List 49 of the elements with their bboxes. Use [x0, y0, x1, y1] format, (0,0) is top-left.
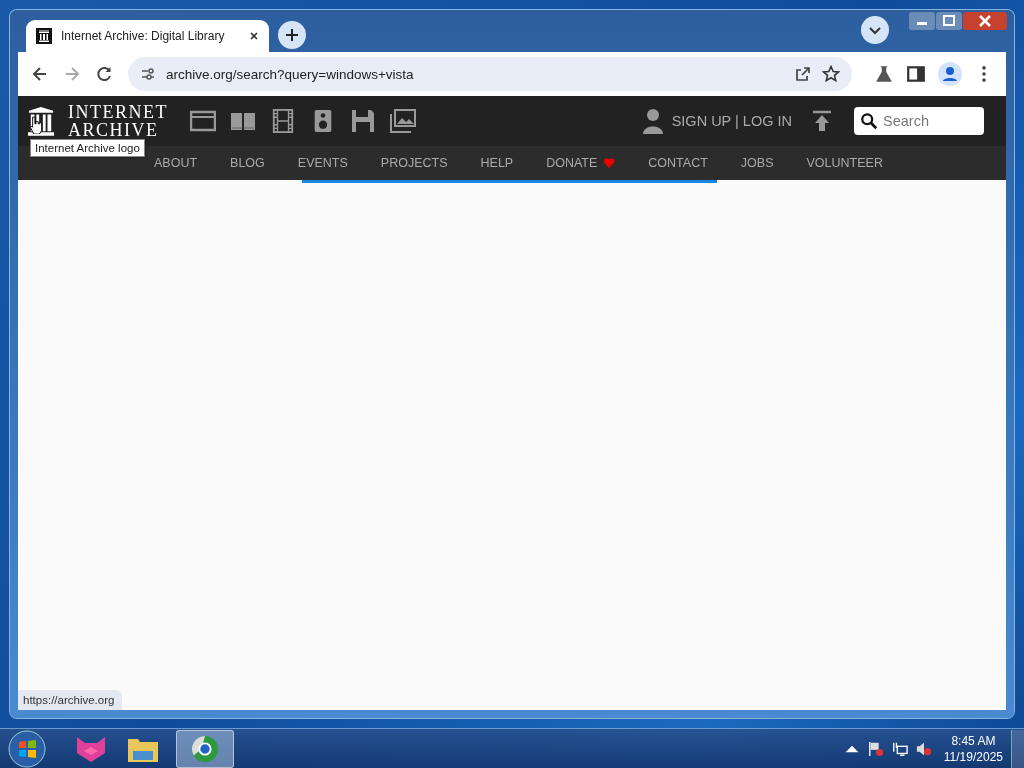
start-button[interactable]	[8, 729, 46, 768]
star-icon[interactable]	[822, 65, 840, 83]
flag-icon[interactable]	[867, 740, 884, 757]
site-settings-icon[interactable]	[140, 66, 156, 82]
address-bar[interactable]: archive.org/search?query=windows+vista	[128, 57, 852, 91]
nav-link[interactable]: PROJECTS	[380, 156, 448, 170]
close-icon[interactable]	[249, 31, 259, 41]
search-field[interactable]: Search	[854, 107, 984, 135]
upload-icon[interactable]	[812, 110, 832, 132]
flask-icon[interactable]	[874, 64, 894, 84]
browser-tab[interactable]: Internet Archive: Digital Library	[26, 20, 269, 52]
temple-icon	[36, 28, 52, 44]
share-icon[interactable]	[794, 65, 812, 83]
minimize-button[interactable]	[909, 12, 935, 30]
profile-icon[interactable]	[938, 62, 962, 86]
close-button[interactable]	[963, 12, 1007, 30]
new-tab-button[interactable]	[278, 21, 306, 49]
nav-link[interactable]: CONTACT	[648, 156, 708, 170]
side-panel-icon[interactable]	[906, 64, 926, 84]
film-icon[interactable]	[270, 109, 296, 133]
reload-icon[interactable]	[94, 64, 114, 84]
network-icon[interactable]	[891, 740, 908, 757]
status-url: https://archive.org	[18, 690, 123, 710]
url-text: archive.org/search?query=windows+vista	[166, 66, 414, 82]
clock-date[interactable]: 11/19/2025	[943, 748, 1003, 765]
person-icon[interactable]	[641, 108, 664, 134]
logo-wordmark[interactable]: INTERNET	[68, 103, 168, 121]
tab-title: Internet Archive: Digital Library	[61, 29, 226, 43]
nav-link[interactable]: BLOG	[230, 156, 265, 170]
clock-time[interactable]: 8:45 AM	[951, 732, 996, 749]
web-page-icon[interactable]	[190, 109, 216, 133]
muted-speaker-icon[interactable]	[915, 740, 932, 757]
show-desktop-button[interactable]	[1011, 729, 1024, 768]
taskbar-app[interactable]	[176, 729, 234, 768]
chevron-down-icon[interactable]	[861, 15, 889, 44]
heart-icon	[603, 158, 616, 168]
sign-up-log-in-link[interactable]: SIGN UP | LOG IN	[671, 113, 792, 129]
nav-link[interactable]: HELP	[480, 156, 514, 170]
nav-link[interactable]: JOBS	[740, 156, 774, 170]
nav-link[interactable]: ABOUT	[154, 156, 198, 170]
tooltip: Internet Archive logo	[30, 139, 145, 157]
hand-cursor-icon	[29, 116, 43, 134]
nav-link[interactable]: EVENTS	[297, 156, 348, 170]
maximize-button[interactable]	[936, 12, 962, 30]
browser-icon	[189, 733, 221, 764]
images-icon[interactable]	[390, 109, 416, 133]
logo-wordmark[interactable]: ARCHIVE	[68, 121, 168, 139]
nav-link[interactable]: DONATE	[546, 156, 616, 170]
nav-link[interactable]: VOLUNTEER	[806, 156, 883, 170]
